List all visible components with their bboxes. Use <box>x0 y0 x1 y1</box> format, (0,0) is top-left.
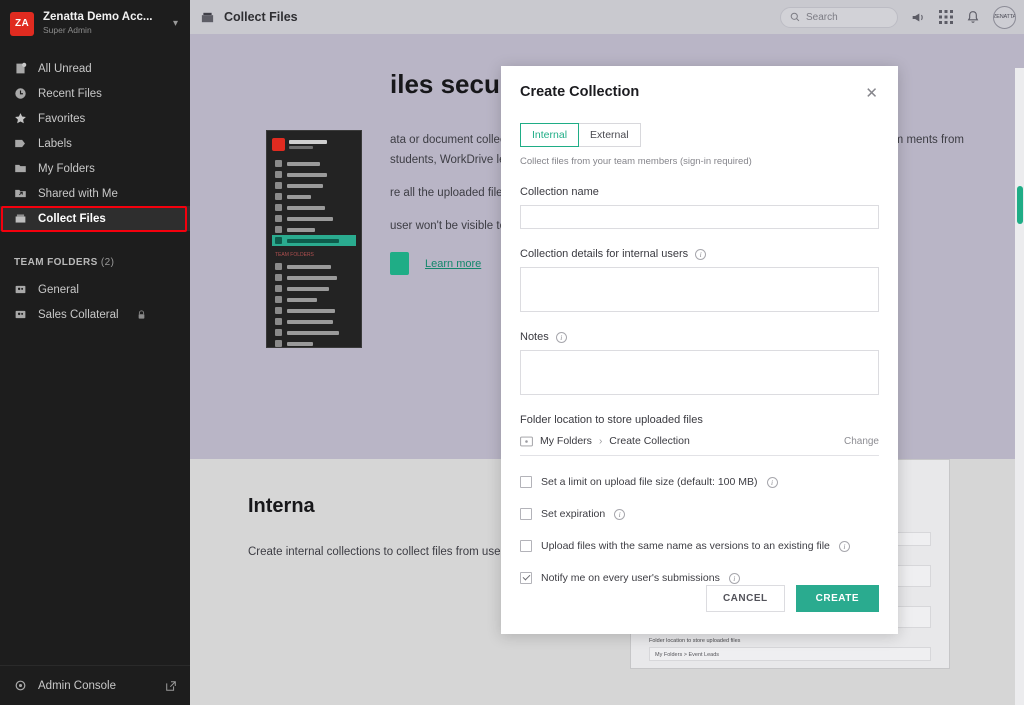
sidebar-item-labels[interactable]: Labels <box>0 131 190 156</box>
folder-location-label: Folder location to store uploaded files <box>520 414 879 426</box>
set-expiration-checkbox[interactable] <box>520 508 532 520</box>
team-folder-label: Sales Collateral <box>38 308 119 321</box>
sidebar-item-label: My Folders <box>38 162 95 175</box>
gear-icon <box>14 679 27 692</box>
admin-console-link[interactable]: Admin Console <box>0 665 190 705</box>
sidebar-nav: All Unread Recent Files Favorites Labels <box>0 56 190 231</box>
notify-label: Notify me on every user's submissions <box>541 572 720 584</box>
sidebar-item-recent-files[interactable]: Recent Files <box>0 81 190 106</box>
checkbox-row-upload-limit[interactable]: Set a limit on upload file size (default… <box>520 476 879 488</box>
collection-name-input[interactable] <box>520 205 879 229</box>
folder-location-label-text: Folder location to store uploaded files <box>520 414 703 426</box>
collection-details-label-text: Collection details for internal users <box>520 248 689 260</box>
info-icon[interactable]: i <box>728 572 740 584</box>
folder-path-root[interactable]: My Folders <box>540 435 592 447</box>
notify-checkbox[interactable] <box>520 572 532 584</box>
upload-limit-checkbox[interactable] <box>520 476 532 488</box>
dialog-title: Create Collection <box>520 84 640 100</box>
upload-limit-label: Set a limit on upload file size (default… <box>541 476 758 488</box>
sidebar-item-label: Collect Files <box>38 212 106 225</box>
dialog-footer: CANCEL CREATE <box>501 585 898 634</box>
collection-details-label: Collection details for internal users i <box>520 248 879 260</box>
chevron-down-icon[interactable]: ▾ <box>173 18 180 29</box>
sidebar-item-favorites[interactable]: Favorites <box>0 106 190 131</box>
chevron-right-icon: › <box>598 435 603 447</box>
main-area: Collect Files Search ZENATTA TEAM FOLDER… <box>190 0 1024 705</box>
checkbox-row-notify[interactable]: Notify me on every user's submissions i <box>520 572 879 584</box>
admin-console-label: Admin Console <box>38 679 116 692</box>
tag-icon <box>14 137 27 150</box>
account-logo: ZA <box>10 11 34 36</box>
dialog-header: Create Collection ✕ <box>501 66 898 103</box>
sidebar-item-sales-collateral[interactable]: Sales Collateral <box>0 302 190 327</box>
dialog-body: Internal External Collect files from you… <box>501 103 898 585</box>
create-collection-dialog: Create Collection ✕ Internal External Co… <box>501 66 898 634</box>
sidebar-item-label: Shared with Me <box>38 187 118 200</box>
team-folder-icon <box>14 308 27 321</box>
tab-external[interactable]: External <box>579 123 641 147</box>
notes-label: Notes i <box>520 331 879 343</box>
sidebar: ZA Zenatta Demo Acc... Super Admin ▾ All… <box>0 0 190 705</box>
external-link-icon[interactable] <box>165 680 177 692</box>
team-folders-title: TEAM FOLDERS <box>14 257 98 268</box>
collection-name-label-text: Collection name <box>520 186 599 198</box>
info-icon[interactable]: i <box>838 540 850 552</box>
team-folder-icon <box>14 283 27 296</box>
sidebar-item-label: Recent Files <box>38 87 102 100</box>
unread-icon <box>14 62 27 75</box>
sidebar-item-label: All Unread <box>38 62 92 75</box>
info-icon[interactable]: i <box>555 331 567 343</box>
set-expiration-label: Set expiration <box>541 508 606 520</box>
collection-type-tabs: Internal External <box>520 123 879 147</box>
sidebar-item-collect-files[interactable]: Collect Files <box>0 206 190 231</box>
versions-label: Upload files with the same name as versi… <box>541 540 830 552</box>
sidebar-item-general[interactable]: General <box>0 277 190 302</box>
account-switcher[interactable]: ZA Zenatta Demo Acc... Super Admin ▾ <box>0 0 190 47</box>
collection-details-input[interactable] <box>520 267 879 312</box>
notes-input[interactable] <box>520 350 879 395</box>
checkbox-row-versions[interactable]: Upload files with the same name as versi… <box>520 540 879 552</box>
notes-label-text: Notes <box>520 331 549 343</box>
folder-icon <box>520 436 533 447</box>
shared-folder-icon <box>14 187 27 200</box>
clock-icon <box>14 87 27 100</box>
sidebar-item-label: Labels <box>38 137 72 150</box>
sidebar-item-shared-with-me[interactable]: Shared with Me <box>0 181 190 206</box>
app-root: ZA Zenatta Demo Acc... Super Admin ▾ All… <box>0 0 1024 705</box>
sidebar-item-label: Favorites <box>38 112 86 125</box>
tab-internal[interactable]: Internal <box>520 123 580 147</box>
account-role: Super Admin <box>43 25 92 36</box>
folder-location-row: My Folders › Create Collection Change <box>520 435 879 456</box>
info-icon[interactable]: i <box>766 476 778 488</box>
close-icon[interactable]: ✕ <box>863 84 880 103</box>
collect-files-icon <box>14 212 27 225</box>
account-name: Zenatta Demo Acc... <box>43 11 153 23</box>
star-icon <box>14 112 27 125</box>
folder-path-leaf[interactable]: Create Collection <box>609 435 690 447</box>
lock-icon <box>135 308 148 321</box>
team-folders-count: (2) <box>100 257 115 268</box>
versions-checkbox[interactable] <box>520 540 532 552</box>
team-folder-label: General <box>38 283 79 296</box>
collection-name-label: Collection name <box>520 186 879 198</box>
change-folder-button[interactable]: Change <box>844 436 879 447</box>
sidebar-item-my-folders[interactable]: My Folders <box>0 156 190 181</box>
create-button[interactable]: CREATE <box>795 585 879 612</box>
info-icon[interactable]: i <box>695 248 707 260</box>
sidebar-item-all-unread[interactable]: All Unread <box>0 56 190 81</box>
info-icon[interactable]: i <box>614 508 626 520</box>
team-folders-header: TEAM FOLDERS (2) <box>0 257 190 268</box>
checkbox-row-set-expiration[interactable]: Set expiration i <box>520 508 879 520</box>
tab-description: Collect files from your team members (si… <box>520 156 752 167</box>
cancel-button[interactable]: CANCEL <box>705 585 785 612</box>
folder-icon <box>14 162 27 175</box>
